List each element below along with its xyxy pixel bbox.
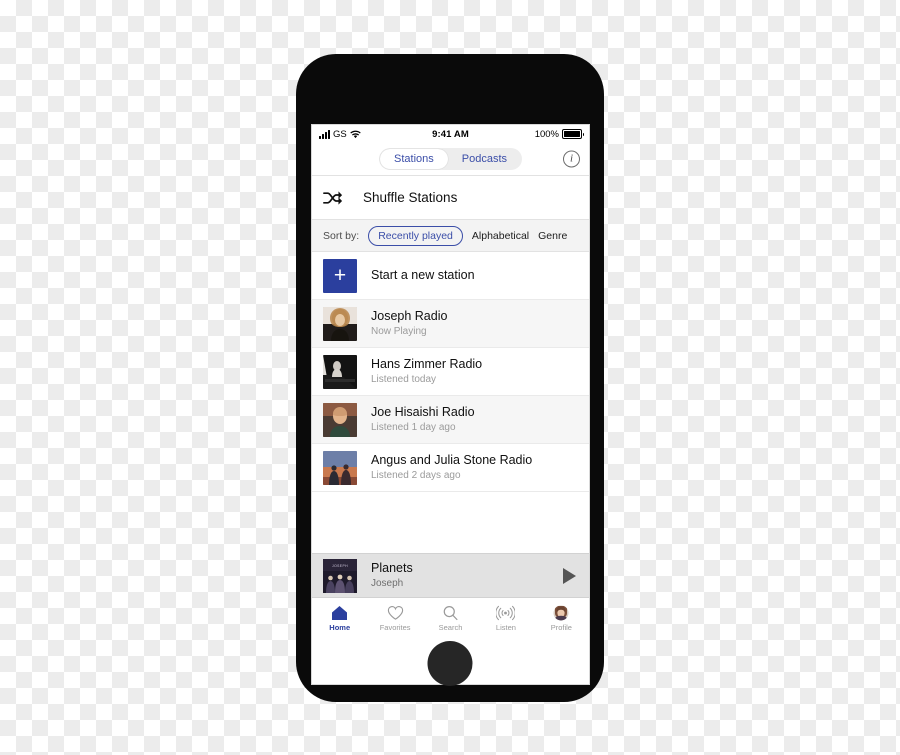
station-text: Hans Zimmer Radio Listened today — [371, 357, 482, 386]
avatar-icon — [553, 605, 569, 622]
tab-stations[interactable]: Stations — [380, 149, 448, 169]
station-row-angus-julia-stone[interactable]: Angus and Julia Stone Radio Listened 2 d… — [312, 444, 589, 492]
broadcast-icon — [496, 605, 516, 622]
tab-favorites[interactable]: Favorites — [367, 598, 422, 635]
shuffle-icon — [323, 190, 343, 205]
tab-favorites-label: Favorites — [379, 622, 411, 632]
station-subtitle: Listened 2 days ago — [371, 469, 461, 481]
phone-frame: GS 9:41 AM 100% Stations Podcasts i Shuf… — [296, 54, 604, 702]
home-icon — [331, 605, 348, 622]
tab-home[interactable]: Home — [312, 598, 367, 635]
now-playing-artist: Joseph — [371, 577, 404, 589]
shuffle-stations-label: Shuffle Stations — [363, 190, 458, 205]
sort-bar: Sort by: Recently played Alphabetical Ge… — [312, 220, 589, 252]
tab-listen-label: Listen — [495, 622, 516, 632]
plus-icon: + — [323, 258, 357, 293]
station-text: Joseph Radio Now Playing — [371, 309, 447, 338]
tab-search-label: Search — [438, 622, 463, 632]
sort-option-genre[interactable]: Genre — [538, 230, 567, 242]
start-new-station-label: Start a new station — [371, 267, 475, 282]
station-artwork — [323, 306, 357, 341]
wifi-icon — [350, 130, 361, 138]
play-icon[interactable] — [563, 567, 576, 584]
sort-option-alphabetical[interactable]: Alphabetical — [472, 230, 529, 242]
phone-screen: GS 9:41 AM 100% Stations Podcasts i Shuf… — [311, 124, 590, 685]
station-artwork — [323, 450, 357, 485]
station-row-hans-zimmer[interactable]: Hans Zimmer Radio Listened today — [312, 348, 589, 396]
station-text: Joe Hisaishi Radio Listened 1 day ago — [371, 405, 475, 434]
now-playing-artwork: JOSEPH — [323, 558, 357, 593]
navigation-bar: Stations Podcasts i — [312, 143, 589, 176]
status-bar-clock: 9:41 AM — [432, 128, 469, 140]
list-empty-space — [312, 492, 589, 553]
home-button[interactable] — [427, 641, 473, 686]
info-circle-icon[interactable]: i — [563, 150, 580, 168]
tab-profile[interactable]: Profile — [534, 598, 589, 635]
station-artwork — [323, 402, 357, 437]
station-row-joseph[interactable]: Joseph Radio Now Playing — [312, 300, 589, 348]
station-title: Hans Zimmer Radio — [371, 356, 483, 371]
battery-percent-label: 100% — [534, 128, 559, 140]
station-title: Joseph Radio — [371, 308, 448, 323]
status-bar-right: 100% — [469, 128, 584, 140]
station-subtitle: Now Playing — [371, 325, 427, 337]
start-new-station-row[interactable]: + Start a new station — [312, 252, 589, 300]
now-playing-bar[interactable]: JOSEPH Planets Joseph — [312, 553, 589, 597]
station-subtitle: Listened today — [371, 373, 437, 385]
station-title: Angus and Julia Stone Radio — [371, 452, 533, 467]
now-playing-text: Planets Joseph — [371, 561, 549, 590]
start-new-station-text: Start a new station — [371, 268, 475, 284]
station-title: Joe Hisaishi Radio — [371, 404, 475, 419]
station-row-joe-hisaishi[interactable]: Joe Hisaishi Radio Listened 1 day ago — [312, 396, 589, 444]
station-artwork — [323, 354, 357, 389]
station-text: Angus and Julia Stone Radio Listened 2 d… — [371, 453, 532, 482]
heart-icon — [387, 605, 404, 622]
tab-bar: Home Favorites Search Listen Profile — [312, 597, 589, 635]
signal-bars-icon — [319, 129, 330, 139]
svg-text:JOSEPH: JOSEPH — [332, 564, 348, 568]
status-bar: GS 9:41 AM 100% — [312, 125, 589, 143]
search-icon — [442, 605, 459, 622]
shuffle-stations-row[interactable]: Shuffle Stations — [312, 176, 589, 220]
carrier-label: GS — [333, 128, 347, 140]
tab-profile-label: Profile — [550, 622, 572, 632]
battery-icon — [562, 129, 584, 139]
tab-search[interactable]: Search — [423, 598, 478, 635]
segmented-control[interactable]: Stations Podcasts — [379, 148, 522, 170]
status-bar-left: GS — [319, 128, 432, 140]
sort-by-label: Sort by: — [323, 229, 360, 242]
station-subtitle: Listened 1 day ago — [371, 421, 456, 433]
tab-home-label: Home — [329, 622, 351, 632]
sort-option-recently-played[interactable]: Recently played — [368, 225, 463, 246]
station-list: + Start a new station Joseph Radio Now P… — [312, 252, 589, 553]
now-playing-title: Planets — [371, 560, 413, 575]
tab-podcasts[interactable]: Podcasts — [448, 149, 521, 169]
tab-listen[interactable]: Listen — [478, 598, 533, 635]
